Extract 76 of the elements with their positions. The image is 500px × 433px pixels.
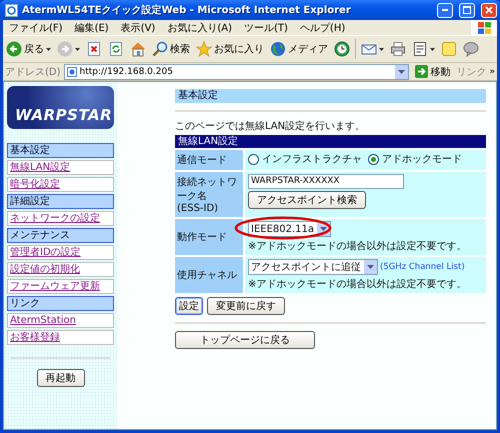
menu-item[interactable]: 表示(V) [114,20,162,34]
forward-icon [57,41,73,57]
dropdown[interactable]: アクセスポイントに追従 [248,259,378,275]
dropdown-arrow-icon [367,265,374,269]
menu-item[interactable]: ツール(T) [238,20,294,34]
refresh-icon [108,41,124,57]
windows-logo-icon [478,22,490,34]
close-icon [485,6,493,14]
sidebar-section-title: リンク [7,296,114,311]
printer-icon [390,41,406,57]
sidebar-link[interactable]: 管理者IDの設定 [7,245,114,260]
note-text: ※アドホックモードの場合以外は設定不要です。 [248,240,466,253]
maximize-button[interactable] [459,2,475,18]
search-access-point-button[interactable]: アクセスポイント検索 [248,191,366,209]
home-icon [130,41,146,57]
field-label: 接続ネットワーク名 [177,176,238,203]
back-to-top-button[interactable]: トップページに戻る [175,331,315,349]
search-icon [152,41,168,57]
field-label: 動作モード [177,231,228,244]
description-text: このページでは無線LAN設定を行います。 [175,120,366,133]
field-sublabel: (ESS-ID) [177,203,220,214]
window-title: AtermWL54TEクイック設定Web - Microsoft Internet Explorer [22,3,352,17]
sidebar-link[interactable]: 暗号化設定 [7,177,114,192]
minimize-button[interactable] [437,2,453,18]
minimize-icon [442,9,448,11]
back-button[interactable]: 戻る [3,38,54,60]
sidebar-link[interactable]: 無線LAN設定 [7,160,114,175]
radio-button[interactable] [248,154,259,164]
menu-item[interactable]: 編集(E) [68,20,115,34]
restart-button[interactable]: 再起動 [36,369,84,387]
sidebar-link[interactable]: 設定値の初期化 [7,262,114,277]
note-text: ※アドホックモードの場合以外は設定不要です。 [248,278,466,291]
menu-item[interactable]: ファイル(F) [3,20,69,34]
back-icon [6,41,22,57]
form-title-bar: 無線LAN設定 [175,135,486,148]
sidebar-section-title: 基本設定 [7,143,114,158]
document-icon [412,41,428,57]
more-chevron[interactable]: » [489,66,495,76]
close-button[interactable] [481,2,497,18]
address-field[interactable]: http://192.168.0.205 [64,64,410,80]
field-label: 通信モード [177,154,228,167]
sidebar-link[interactable]: お客様登録 [7,330,114,345]
sidebar-link[interactable]: ファームウェア更新 [7,279,114,294]
page-icon [66,66,77,76]
logo: WARPSTAR [7,86,114,129]
ssid-field[interactable]: WARPSTAR-XXXXXX [248,174,404,189]
radio-label[interactable]: インフラストラクチャ [262,152,362,166]
star-icon [196,41,212,57]
clock-icon [334,41,350,57]
menu-item[interactable]: お気に入り(A) [161,20,238,34]
sidebar-link[interactable]: AtermStation [7,313,114,328]
dropdown-arrow-icon [320,227,328,231]
go-button[interactable]: 移動 [412,64,454,78]
radio-button[interactable] [368,154,379,164]
media-button[interactable]: メディア [267,38,331,60]
speech-bubble-icon [463,41,479,57]
revert-button[interactable]: 変更前に戻す [207,297,285,315]
menu-item[interactable]: ヘルプ(H) [294,20,352,34]
sidebar-section-title: メンテナンス [7,228,114,243]
maximize-icon [463,6,471,14]
radio-label[interactable]: アドホックモード [382,152,462,166]
favorites-button[interactable]: お気に入り [193,38,267,60]
browser-icon [5,4,18,16]
dropdown-arrow-icon [398,70,406,74]
section-heading: 基本設定 [175,89,486,103]
apply-button[interactable]: 設定 [175,297,203,315]
channel-list-link[interactable]: (5GHz Channel List) [380,262,465,272]
sidebar-section-title: 詳細設定 [7,194,114,209]
address-label: アドレス(D) [5,66,61,78]
stop-icon [86,41,102,57]
go-arrow-icon [415,65,428,78]
field-label: 使用チャネル [177,269,238,282]
search-button[interactable]: 検索 [149,38,193,60]
sidebar-link[interactable]: ネットワークの設定 [7,211,114,226]
note-icon [441,41,457,57]
globe-icon [270,41,286,57]
